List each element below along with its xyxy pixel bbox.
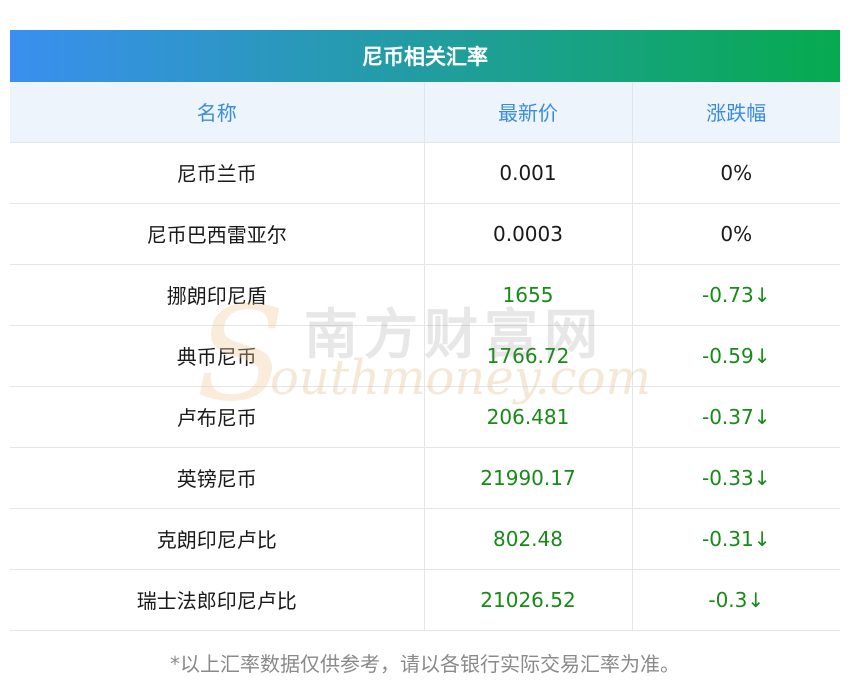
currency-pair-name: 典币尼币 <box>10 325 424 387</box>
column-header-change: 涨跌幅 <box>631 82 840 143</box>
footnote: *以上汇率数据仅供参考，请以各银行实际交易汇率为准。 <box>170 652 680 676</box>
table-row: 尼币兰币 0.001 0% <box>10 142 840 204</box>
currency-pair-name: 尼币兰币 <box>10 142 424 204</box>
latest-price: 21990.17 <box>423 447 632 509</box>
table-body: 尼币兰币 0.001 0% 尼币巴西雷亚尔 0.0003 0% 挪朗印尼盾 1655 -0.73… <box>10 142 840 631</box>
change-percent: -0.33↓ <box>631 447 840 509</box>
table-row: 克朗印尼卢比 802.48 -0.31↓ <box>10 508 840 570</box>
currency-pair-name: 英镑尼币 <box>10 447 424 509</box>
latest-price: 1766.72 <box>423 325 632 387</box>
table-row: 挪朗印尼盾 1655 -0.73↓ <box>10 264 840 326</box>
latest-price: 0.001 <box>423 142 632 204</box>
currency-pair-name: 卢布尼币 <box>10 386 424 448</box>
currency-pair-name: 尼币巴西雷亚尔 <box>10 203 424 265</box>
latest-price: 802.48 <box>423 508 632 570</box>
latest-price: 206.481 <box>423 386 632 448</box>
column-header-price: 最新价 <box>423 82 632 143</box>
latest-price: 0.0003 <box>423 203 632 265</box>
change-percent: -0.31↓ <box>631 508 840 570</box>
currency-pair-name: 克朗印尼卢比 <box>10 508 424 570</box>
change-percent: 0% <box>631 142 840 204</box>
table-row: 瑞士法郎印尼卢比 21026.52 -0.3↓ <box>10 569 840 631</box>
change-percent: -0.3↓ <box>631 569 840 631</box>
exchange-rate-table: 尼币相关汇率 名称 最新价 涨跌幅 尼币兰币 0.001 0% 尼币巴西雷亚尔 0.00… <box>10 30 840 631</box>
change-percent: -0.59↓ <box>631 325 840 387</box>
table-row: 典币尼币 1766.72 -0.59↓ <box>10 325 840 387</box>
column-header-name: 名称 <box>10 82 424 143</box>
table-header-row: 名称 最新价 涨跌幅 <box>10 82 840 143</box>
change-percent: -0.73↓ <box>631 264 840 326</box>
table-title-row: 尼币相关汇率 <box>10 30 840 82</box>
currency-pair-name: 瑞士法郎印尼卢比 <box>10 569 424 631</box>
latest-price: 21026.52 <box>423 569 632 631</box>
table-row: 卢布尼币 206.481 -0.37↓ <box>10 386 840 448</box>
currency-pair-name: 挪朗印尼盾 <box>10 264 424 326</box>
table-title: 尼币相关汇率 <box>362 45 488 69</box>
change-percent: 0% <box>631 203 840 265</box>
table-row: 英镑尼币 21990.17 -0.33↓ <box>10 447 840 509</box>
change-percent: -0.37↓ <box>631 386 840 448</box>
table-row: 尼币巴西雷亚尔 0.0003 0% <box>10 203 840 265</box>
latest-price: 1655 <box>423 264 632 326</box>
